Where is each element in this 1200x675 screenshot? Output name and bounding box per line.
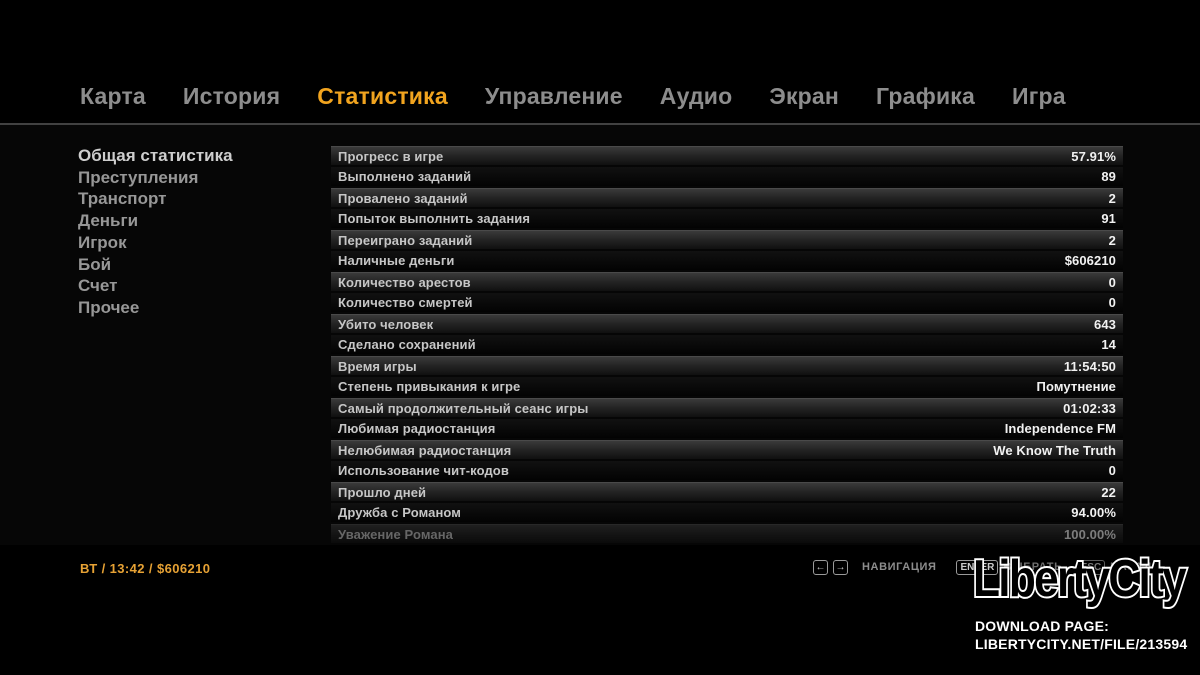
- sidebar-item-combat[interactable]: Бой: [78, 254, 233, 276]
- stat-label: Количество смертей: [338, 295, 473, 310]
- stat-value: 643: [1094, 317, 1116, 332]
- stat-value: 2: [1109, 233, 1116, 248]
- stat-label: Переиграно заданий: [338, 233, 472, 248]
- stat-row: Количество смертей 0: [331, 293, 1123, 312]
- stat-label: Время игры: [338, 359, 417, 374]
- stat-row: Уважение Романа 100.00%: [331, 524, 1123, 543]
- stat-value: 100.00%: [1064, 527, 1116, 542]
- right-arrow-key-icon: →: [833, 560, 848, 575]
- stat-label: Попыток выполнить задания: [338, 211, 530, 226]
- sidebar-item-general-stats[interactable]: Общая статистика: [78, 145, 233, 167]
- stat-row: Дружба с Романом 94.00%: [331, 503, 1123, 522]
- libertycity-logo-text: LibertyCity: [973, 550, 1187, 608]
- stat-value: 2: [1109, 191, 1116, 206]
- download-page-url: LIBERTYCITY.NET/FILE/213594: [975, 635, 1187, 653]
- stat-value: 22: [1101, 485, 1116, 500]
- stat-row: Сделано сохранений 14: [331, 335, 1123, 354]
- stat-row: Любимая радиостанция Independence FM: [331, 419, 1123, 438]
- stat-value: Помутнение: [1037, 379, 1116, 394]
- stat-row: Количество арестов 0: [331, 272, 1123, 291]
- stat-value: 11:54:50: [1064, 359, 1116, 374]
- stat-label: Выполнено заданий: [338, 169, 471, 184]
- sidebar-item-score[interactable]: Счет: [78, 275, 233, 297]
- sidebar-item-money[interactable]: Деньги: [78, 210, 233, 232]
- stat-label: Нелюбимая радиостанция: [338, 443, 511, 458]
- stat-value: 14: [1101, 337, 1116, 352]
- stat-row: Прогресс в игре 57.91%: [331, 146, 1123, 165]
- bottom-bar: ВТ / 13:42 / $606210 ← → НАВИГАЦИЯ ENTER…: [0, 545, 1200, 675]
- stat-value: 0: [1109, 295, 1116, 310]
- libertycity-logo: LibertyCity: [968, 547, 1190, 611]
- stat-value: 94.00%: [1071, 505, 1116, 520]
- stat-label: Уважение Романа: [338, 527, 453, 542]
- tab-display[interactable]: Экран: [769, 83, 839, 110]
- stat-row: Провалено заданий 2: [331, 188, 1123, 207]
- sidebar-item-transport[interactable]: Транспорт: [78, 188, 233, 210]
- stat-row: Степень привыкания к игре Помутнение: [331, 377, 1123, 396]
- stat-label: Убито человек: [338, 317, 433, 332]
- status-day-time-money: ВТ / 13:42 / $606210: [80, 561, 210, 576]
- statistics-panel: Общая статистика Преступления Транспорт …: [0, 125, 1200, 545]
- tab-controls[interactable]: Управление: [485, 83, 623, 110]
- tab-story[interactable]: История: [183, 83, 280, 110]
- top-nav: Карта История Статистика Управление Ауди…: [80, 83, 1066, 110]
- stat-row: Использование чит-кодов 0: [331, 461, 1123, 480]
- stat-label: Использование чит-кодов: [338, 463, 509, 478]
- stat-value: 01:02:33: [1063, 401, 1116, 416]
- stat-label: Наличные деньги: [338, 253, 454, 268]
- stat-label: Самый продолжительный сеанс игры: [338, 401, 588, 416]
- stat-row: Переиграно заданий 2: [331, 230, 1123, 249]
- download-page-label: DOWNLOAD PAGE:: [975, 617, 1187, 635]
- stat-value: 57.91%: [1071, 149, 1116, 164]
- left-arrow-key-icon: ←: [813, 560, 828, 575]
- stats-list: Прогресс в игре 57.91% Выполнено заданий…: [331, 146, 1123, 545]
- sidebar-item-misc[interactable]: Прочее: [78, 297, 233, 319]
- game-settings-screen: Карта История Статистика Управление Ауди…: [0, 0, 1200, 675]
- stat-value: We Know The Truth: [993, 443, 1116, 458]
- tab-audio[interactable]: Аудио: [660, 83, 733, 110]
- stat-row: Убито человек 643: [331, 314, 1123, 333]
- sidebar-item-player[interactable]: Игрок: [78, 232, 233, 254]
- tab-map[interactable]: Карта: [80, 83, 146, 110]
- stat-label: Сделано сохранений: [338, 337, 476, 352]
- stat-label: Любимая радиостанция: [338, 421, 495, 436]
- stat-label: Степень привыкания к игре: [338, 379, 520, 394]
- tab-graphics[interactable]: Графика: [876, 83, 975, 110]
- stat-value: 0: [1109, 463, 1116, 478]
- stat-row: Попыток выполнить задания 91: [331, 209, 1123, 228]
- stat-value: Independence FM: [1005, 421, 1116, 436]
- sidebar-item-crimes[interactable]: Преступления: [78, 167, 233, 189]
- stat-row: Наличные деньги $606210: [331, 251, 1123, 270]
- stat-row: Выполнено заданий 89: [331, 167, 1123, 186]
- tab-statistics[interactable]: Статистика: [317, 83, 448, 110]
- stat-label: Провалено заданий: [338, 191, 468, 206]
- stat-label: Количество арестов: [338, 275, 471, 290]
- stat-value: 89: [1101, 169, 1116, 184]
- stat-label: Дружба с Романом: [338, 505, 461, 520]
- stat-row: Нелюбимая радиостанция We Know The Truth: [331, 440, 1123, 459]
- stat-value: $606210: [1065, 253, 1116, 268]
- stat-label: Прогресс в игре: [338, 149, 443, 164]
- download-info: DOWNLOAD PAGE: LIBERTYCITY.NET/FILE/2135…: [975, 617, 1187, 653]
- stat-value: 91: [1101, 211, 1116, 226]
- stat-label: Прошло дней: [338, 485, 426, 500]
- stats-category-sidebar: Общая статистика Преступления Транспорт …: [78, 145, 233, 319]
- stat-value: 0: [1109, 275, 1116, 290]
- stat-row: Время игры 11:54:50: [331, 356, 1123, 375]
- stat-row: Самый продолжительный сеанс игры 01:02:3…: [331, 398, 1123, 417]
- tab-game[interactable]: Игра: [1012, 83, 1066, 110]
- stat-row: Прошло дней 22: [331, 482, 1123, 501]
- navigation-hint-label: НАВИГАЦИЯ: [862, 561, 936, 573]
